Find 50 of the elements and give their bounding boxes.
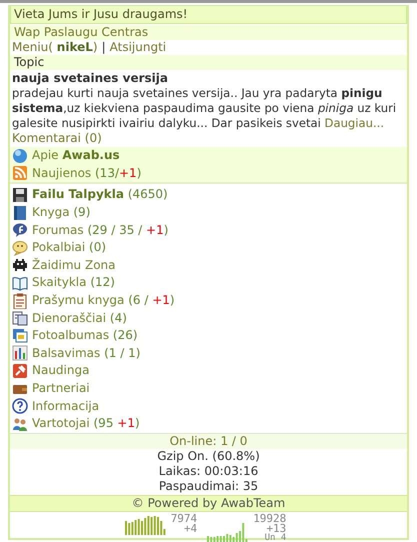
menu-item-link[interactable]: Prašymu knyga (6 / +1)	[32, 293, 175, 308]
menu-item-link[interactable]: Dienoraščiai (4)	[32, 310, 127, 326]
news-body: pradejau kurti nauja svetaines versija.. Jau yra padaryta pinigu sistema,uz kiekviena paspaudima gausite po viena piniga uz kuri galesite nusipirkti ivairiu dalyku... Dar pasikeis svetai Daugiau...	[12, 86, 398, 131]
read-more-link[interactable]: Daugiau...	[324, 116, 384, 130]
sparkline-chart	[207, 522, 250, 542]
menu-item-link[interactable]: Pokalbiai (0)	[32, 240, 106, 256]
menu-item-link[interactable]: Fotoalbumas (26)	[32, 328, 138, 344]
bar-chart-icon	[12, 345, 28, 362]
speech-bubble-icon	[12, 222, 28, 238]
counter-today: +13	[266, 524, 286, 534]
stats-text: Laikas: 00:03:16	[158, 464, 258, 478]
documents-icon	[12, 310, 28, 326]
menu-item-link[interactable]: Knyga (9)	[32, 205, 90, 220]
menu-link[interactable]: Meniu( nikeL)	[12, 40, 98, 55]
separator-text: |	[102, 40, 106, 55]
space-invader-icon	[12, 257, 28, 274]
menu-item-link[interactable]: Forumas (29 / 35 / +1)	[32, 222, 168, 238]
menu-item-link[interactable]: Vartotojai (95 +1)	[32, 416, 140, 432]
menu-item-link[interactable]: Žaidimu Zona	[32, 258, 116, 273]
section-heading: Topic	[14, 55, 44, 69]
smiley-bubble-icon	[12, 240, 28, 256]
counter-total: 7974	[170, 514, 198, 524]
open-book-icon	[12, 274, 28, 291]
logout-link[interactable]: Atsijungti	[110, 40, 166, 55]
menu-item-link[interactable]: Failu Talpykla (4650)	[32, 187, 168, 202]
menu-item-link[interactable]: Skaitykla (12)	[32, 275, 115, 290]
menu-item-link[interactable]: Informacija	[32, 398, 100, 414]
powered-by-text: © Powered by AwabTeam	[132, 496, 286, 510]
online-count: On-line: 1 / 0	[170, 434, 248, 448]
counter-today: +4	[184, 524, 198, 534]
menu-item-link[interactable]: Apie Awab.us	[32, 148, 120, 164]
rss-icon	[12, 165, 28, 182]
news-title: nauja svetaines versija	[12, 71, 169, 86]
menu-item-link[interactable]: Naudinga	[32, 363, 90, 378]
help-icon	[12, 398, 28, 414]
stats-text: Gzip On. (60.8%)	[157, 448, 260, 462]
globe-icon	[12, 148, 28, 164]
menu-item-link[interactable]: Balsavimas (1 / 1)	[32, 346, 140, 361]
menu-item-link[interactable]: Naujienos (13/+1)	[32, 166, 142, 181]
comments-link[interactable]: Komentarai (0)	[12, 131, 405, 146]
counter-total: 19928	[253, 514, 286, 524]
clipboard-icon	[12, 292, 28, 309]
stats-text: Paspaudimai: 35	[158, 478, 258, 492]
menu-item-link[interactable]: Partneriai	[32, 381, 90, 396]
photos-icon	[12, 328, 28, 344]
book-icon	[12, 204, 28, 221]
page-slogan: Vieta Jums ir Jusu draugams!	[14, 7, 188, 21]
site-title: Wap Paslaugu Centras	[14, 25, 148, 39]
sparkline-chart	[124, 514, 167, 534]
users-icon	[12, 416, 28, 432]
